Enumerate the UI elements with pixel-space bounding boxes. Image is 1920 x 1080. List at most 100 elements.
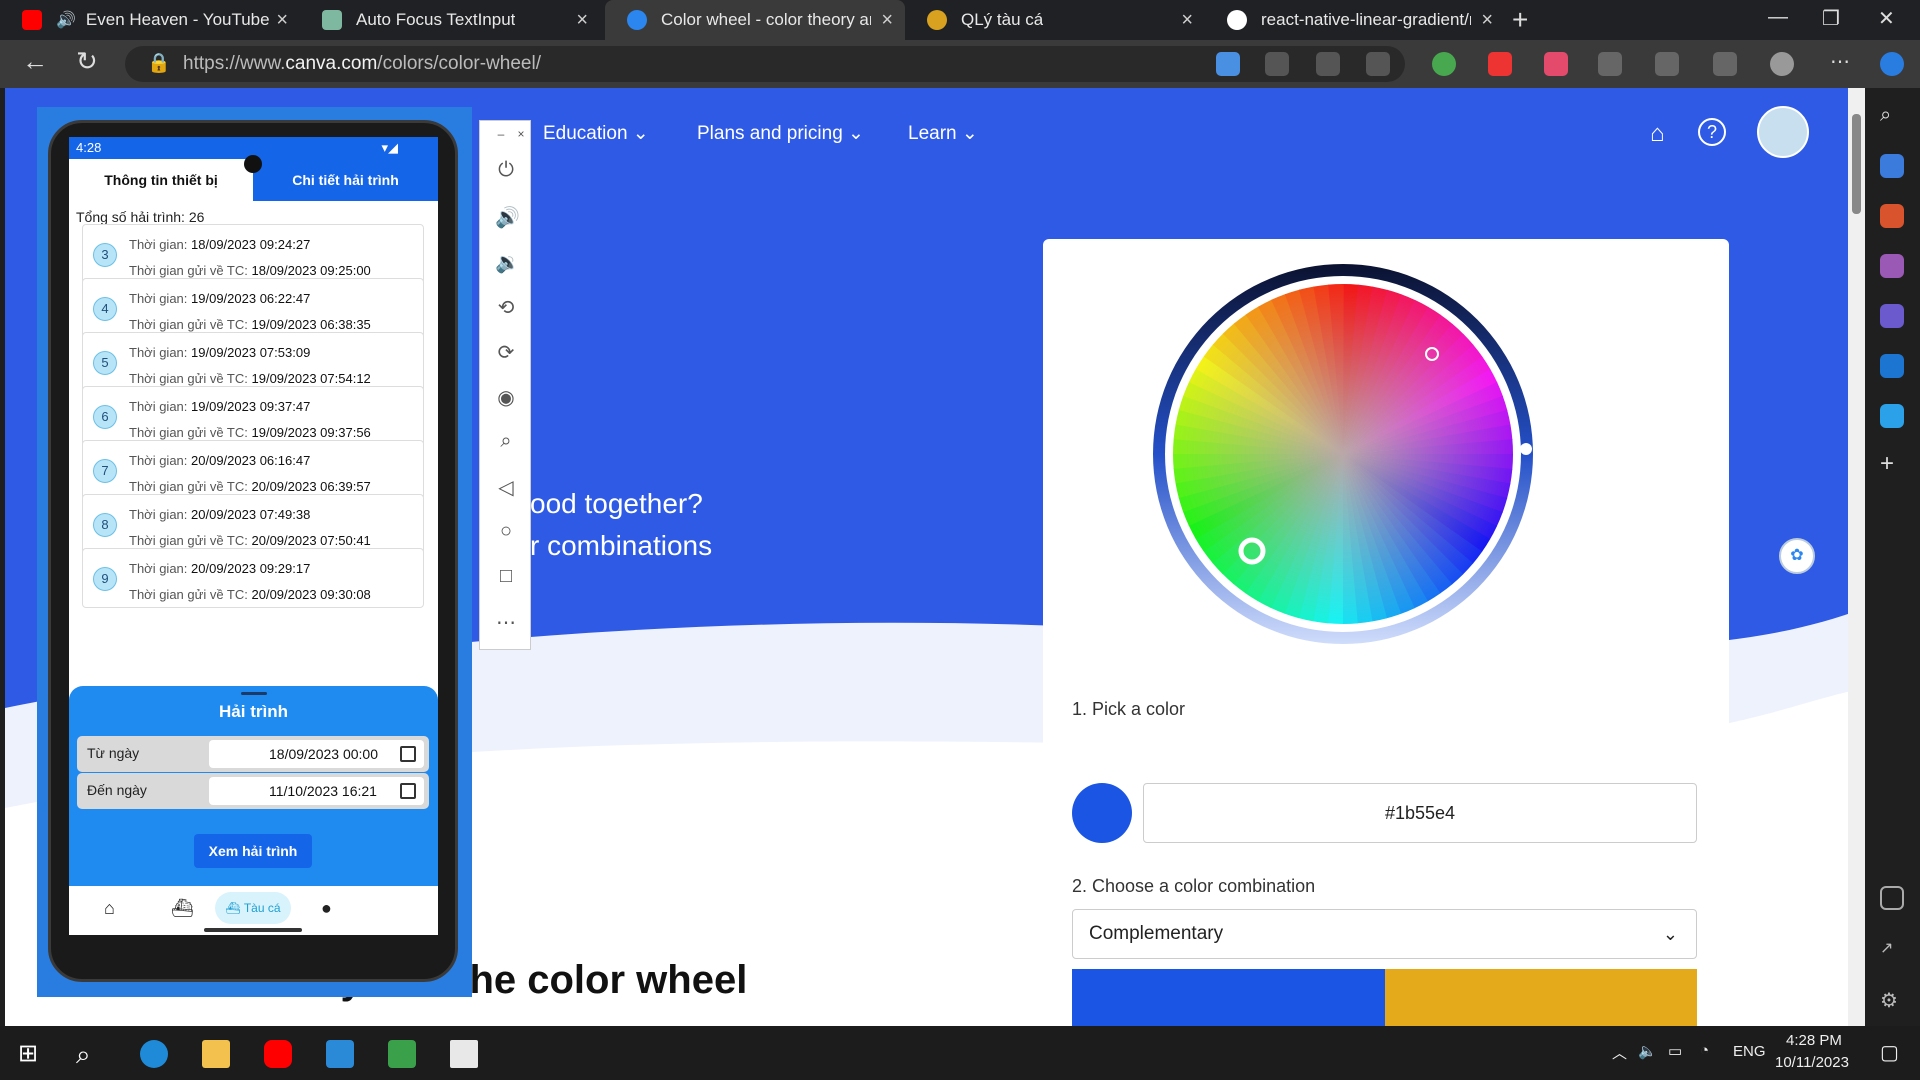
network-icon[interactable]: ◔: [1700, 1042, 1709, 1059]
avatar[interactable]: [1757, 106, 1809, 158]
refresh-icon[interactable]: ↻: [76, 46, 98, 77]
coupon-icon[interactable]: [1216, 52, 1240, 76]
bed-icon[interactable]: ⛴: [171, 898, 194, 919]
minimize-icon[interactable]: —: [1768, 6, 1788, 29]
trip-list-item[interactable]: 8 Thời gian: 20/09/2023 07:49:38 Thời gian…: [82, 494, 424, 554]
extensions-puzzle-icon[interactable]: [1598, 52, 1622, 76]
back-icon[interactable]: ←: [22, 46, 48, 77]
more-icon[interactable]: ⋯: [495, 610, 517, 634]
back-triangle-icon[interactable]: ◁: [495, 475, 517, 499]
nav-learn[interactable]: Learn ⌄: [908, 122, 978, 145]
battery-icon[interactable]: ▭: [1668, 1042, 1682, 1060]
close-tab-icon[interactable]: ×: [576, 9, 588, 32]
tab-qly-tau-ca[interactable]: QLý tàu cá ×: [905, 0, 1205, 40]
close-tab-icon[interactable]: ×: [276, 9, 288, 32]
close-tab-icon[interactable]: ×: [1181, 9, 1193, 32]
copilot-floating-icon[interactable]: ✿: [1779, 538, 1815, 574]
edge-icon[interactable]: [140, 1040, 168, 1068]
trip-list-item[interactable]: 7 Thời gian: 20/09/2023 06:16:47 Thời gian…: [82, 440, 424, 500]
rotate-right-icon[interactable]: ⟳: [495, 340, 517, 364]
view-trips-button[interactable]: Xem hải trình: [194, 834, 312, 868]
sheet-handle[interactable]: [241, 692, 267, 695]
nav-plans[interactable]: Plans and pricing ⌄: [697, 122, 864, 145]
android-studio-icon[interactable]: [388, 1040, 416, 1068]
read-aloud-icon[interactable]: [1265, 52, 1289, 76]
sidebar-toggle-icon[interactable]: [1880, 886, 1904, 910]
outlook-icon[interactable]: [1880, 354, 1904, 378]
notifications-icon[interactable]: ▢: [1880, 1040, 1899, 1065]
page-scrollbar[interactable]: [1848, 88, 1865, 1026]
color-wheel[interactable]: [1148, 259, 1538, 649]
shopping-icon[interactable]: [1880, 154, 1904, 178]
tab-youtube[interactable]: 🔊 Even Heaven - YouTube ×: [0, 0, 300, 40]
palette-swatch-2[interactable]: [1385, 969, 1697, 1026]
file-explorer-icon[interactable]: [202, 1040, 230, 1068]
palette-swatch-1[interactable]: [1072, 969, 1385, 1026]
speaker-icon[interactable]: 🔊: [56, 10, 76, 30]
profile-icon[interactable]: [1770, 52, 1794, 76]
trip-list-item[interactable]: 3 Thời gian: 18/09/2023 09:24:27 Thời gian…: [82, 224, 424, 284]
extension-icon[interactable]: [1544, 52, 1568, 76]
url-field[interactable]: 🔒 https://www.canva.com/colors/color-whe…: [125, 46, 1405, 82]
trip-list-item[interactable]: 5 Thời gian: 19/09/2023 07:53:09 Thời gian…: [82, 332, 424, 392]
nav-education[interactable]: Education ⌄: [543, 122, 649, 145]
clock-time[interactable]: 4:28 PM: [1786, 1032, 1842, 1049]
brightness-handle[interactable]: [1520, 443, 1532, 455]
camera-icon[interactable]: ◉: [495, 385, 517, 409]
volume-up-icon[interactable]: 🔊: [495, 205, 520, 229]
tab-color-wheel[interactable]: Color wheel - color theory and c ×: [605, 0, 905, 40]
add-icon[interactable]: +: [1880, 452, 1904, 478]
scroll-thumb[interactable]: [1852, 114, 1861, 214]
extension-icon[interactable]: [1488, 52, 1512, 76]
favorite-star-icon[interactable]: [1366, 52, 1390, 76]
user-icon[interactable]: ●: [321, 898, 332, 919]
clock-date[interactable]: 10/11/2023: [1775, 1054, 1849, 1071]
tab-autofocus[interactable]: Auto Focus TextInput ×: [300, 0, 600, 40]
more-menu-icon[interactable]: ⋯: [1830, 52, 1854, 76]
trip-list-item[interactable]: 4 Thời gian: 19/09/2023 06:22:47 Thời gian…: [82, 278, 424, 338]
new-tab-button[interactable]: +: [1512, 4, 1528, 36]
games-icon[interactable]: [1880, 254, 1904, 278]
tab-device-info[interactable]: Thông tin thiết bị: [69, 159, 253, 201]
windows-start-icon[interactable]: ⊞: [18, 1040, 46, 1068]
tab-trip-details[interactable]: Chi tiết hải trình: [253, 159, 438, 201]
tools-icon[interactable]: [1880, 204, 1904, 228]
language-indicator[interactable]: ENG: [1733, 1043, 1766, 1060]
vscode-icon[interactable]: [326, 1040, 354, 1068]
hex-input[interactable]: #1b55e4: [1143, 783, 1697, 843]
tab-github[interactable]: react-native-linear-gradient/reac ×: [1205, 0, 1505, 40]
office-icon[interactable]: [1880, 304, 1904, 328]
help-icon[interactable]: ?: [1698, 118, 1726, 146]
emulator-minimize-icon[interactable]: –: [490, 127, 512, 149]
emulator-close-icon[interactable]: ×: [510, 127, 532, 149]
volume-down-icon[interactable]: 🔉: [495, 250, 520, 274]
search-icon[interactable]: ⌕: [76, 1040, 104, 1068]
speaker-icon[interactable]: 🔈: [1638, 1042, 1657, 1060]
close-tab-icon[interactable]: ×: [881, 9, 893, 32]
to-date-input[interactable]: 11/10/2023 16:21: [209, 777, 424, 805]
search-icon[interactable]: ⌕: [1880, 104, 1904, 128]
extension-icon[interactable]: [1432, 52, 1456, 76]
external-link-icon[interactable]: ↗: [1880, 938, 1904, 962]
rotate-left-icon[interactable]: ⟲: [495, 295, 517, 319]
send-icon[interactable]: [1880, 404, 1904, 428]
zoom-icon[interactable]: ⌕: [495, 430, 517, 452]
split-screen-icon[interactable]: [1655, 52, 1679, 76]
home-icon[interactable]: ⌂: [1650, 120, 1665, 148]
settings-gear-icon[interactable]: ⚙: [1880, 988, 1904, 1012]
calendar-icon[interactable]: [400, 783, 416, 799]
color-swatch[interactable]: [1072, 783, 1132, 843]
tray-arrow-icon[interactable]: ︿: [1612, 1042, 1627, 1063]
combination-select[interactable]: Complementary ⌄: [1072, 909, 1697, 959]
performance-icon[interactable]: [1713, 52, 1737, 76]
app-window-icon[interactable]: [450, 1040, 478, 1068]
bing-copilot-icon[interactable]: [1880, 52, 1904, 76]
trip-list-item[interactable]: 6 Thời gian: 19/09/2023 09:37:47 Thời gian…: [82, 386, 424, 446]
restore-icon[interactable]: ❐: [1822, 6, 1840, 31]
reader-view-icon[interactable]: [1316, 52, 1340, 76]
calendar-icon[interactable]: [400, 746, 416, 762]
window-close-icon[interactable]: ✕: [1878, 6, 1895, 31]
trip-list-item[interactable]: 9 Thời gian: 20/09/2023 09:29:17 Thời gian…: [82, 548, 424, 608]
close-tab-icon[interactable]: ×: [1481, 9, 1493, 32]
youtube-app-icon[interactable]: [264, 1040, 292, 1068]
